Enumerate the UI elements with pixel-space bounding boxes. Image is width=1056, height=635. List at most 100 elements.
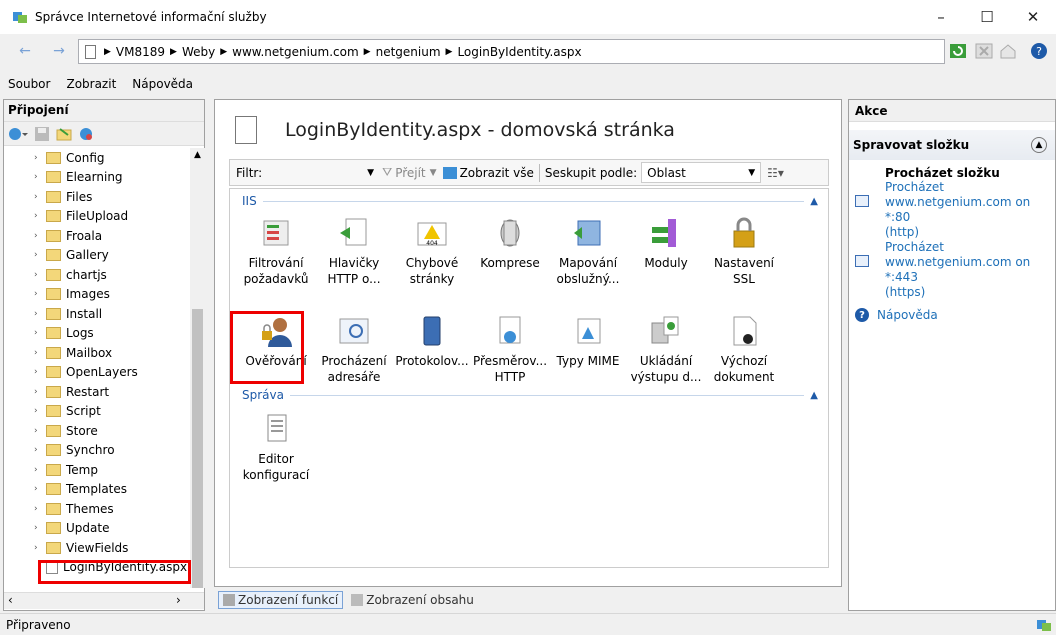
filter-dropdown-icon[interactable]: ▼: [367, 168, 374, 178]
group-by-select[interactable]: Oblast ▼: [641, 162, 762, 183]
forward-icon[interactable]: →: [42, 39, 76, 63]
tree-item[interactable]: › Synchro: [4, 441, 190, 461]
expand-icon[interactable]: ›: [34, 387, 38, 397]
refresh-icon[interactable]: [949, 42, 967, 60]
breadcrumb-arrow-icon[interactable]: ▶: [104, 47, 111, 57]
expand-icon[interactable]: ›: [34, 348, 38, 358]
expand-icon[interactable]: ›: [34, 289, 38, 299]
scroll-thumb[interactable]: [192, 309, 203, 588]
expand-icon[interactable]: ›: [34, 367, 38, 377]
tree-item[interactable]: › Restart: [4, 382, 190, 402]
home-icon[interactable]: [999, 42, 1017, 60]
feature-item[interactable]: Nastavení SSL: [704, 215, 784, 287]
expand-icon[interactable]: ›: [34, 543, 38, 553]
help-link[interactable]: Nápověda: [877, 308, 938, 322]
disconnect-icon[interactable]: [78, 126, 94, 142]
feature-item[interactable]: Komprese: [470, 215, 550, 271]
show-all-button[interactable]: Zobrazit vše: [460, 166, 534, 180]
breadcrumb-arrow-icon[interactable]: ▶: [220, 47, 227, 57]
breadcrumb-folder[interactable]: netgenium: [376, 45, 441, 59]
go-funnel-icon[interactable]: ⛛: [382, 165, 392, 180]
expand-icon[interactable]: ›: [34, 406, 38, 416]
tree-vertical-scrollbar[interactable]: ▲: [190, 148, 205, 588]
tree-item[interactable]: › Update: [4, 519, 190, 539]
maximize-button[interactable]: ☐: [964, 0, 1010, 34]
expand-icon[interactable]: ›: [34, 231, 38, 241]
open-folder-icon[interactable]: [56, 126, 72, 142]
breadcrumb-server[interactable]: VM8189: [116, 45, 165, 59]
help-action[interactable]: ? Nápověda: [849, 300, 1055, 322]
tree-item[interactable]: › Elearning: [4, 168, 190, 188]
tree-item[interactable]: › ViewFields: [4, 538, 190, 558]
tree-item[interactable]: › Temp: [4, 460, 190, 480]
breadcrumb[interactable]: ▶ VM8189 ▶ Weby ▶ www.netgenium.com ▶ ne…: [78, 39, 945, 64]
feature-item[interactable]: Hlavičky HTTP o...: [314, 215, 394, 287]
scroll-up-icon[interactable]: ▲: [194, 150, 201, 160]
tree-item[interactable]: › Themes: [4, 499, 190, 519]
expand-icon[interactable]: ›: [34, 211, 38, 221]
scroll-left-icon[interactable]: ‹: [8, 593, 13, 607]
action-link-line[interactable]: www.netgenium.com on *:443: [849, 255, 1055, 285]
expand-icon[interactable]: ›: [34, 270, 38, 280]
tree-item[interactable]: › Store: [4, 421, 190, 441]
close-button[interactable]: ✕: [1010, 0, 1056, 34]
tree-item[interactable]: › Gallery: [4, 246, 190, 266]
expand-icon[interactable]: ›: [34, 328, 38, 338]
feature-item[interactable]: Přesměrov... HTTP: [470, 313, 550, 385]
minimize-button[interactable]: –: [918, 0, 964, 34]
feature-item[interactable]: 404 Chybové stránky: [392, 215, 472, 287]
feature-item[interactable]: Typy MIME: [548, 313, 628, 369]
expand-icon[interactable]: ›: [34, 465, 38, 475]
expand-icon[interactable]: ›: [34, 172, 38, 182]
collapse-icon[interactable]: ▲: [810, 196, 818, 207]
expand-icon[interactable]: ›: [34, 426, 38, 436]
browse-https-action[interactable]: Procházet www.netgenium.com on *:443 (ht…: [849, 240, 1055, 300]
breadcrumb-sites[interactable]: Weby: [182, 45, 215, 59]
expand-icon[interactable]: ›: [34, 504, 38, 514]
browse-http-action[interactable]: Procházet www.netgenium.com on *:80 (htt…: [849, 180, 1055, 240]
feature-item[interactable]: Filtrování požadavků: [236, 215, 316, 287]
feature-item[interactable]: Výchozí dokument: [704, 313, 784, 385]
expand-icon[interactable]: ›: [34, 309, 38, 319]
group-header-sprava[interactable]: Správa ▲: [242, 387, 822, 403]
tree-item[interactable]: › Images: [4, 285, 190, 305]
tree-horizontal-scrollbar[interactable]: ‹ ›: [4, 592, 204, 609]
expand-icon[interactable]: ›: [34, 484, 38, 494]
tree-item[interactable]: › OpenLayers: [4, 363, 190, 383]
action-link-line[interactable]: Procházet: [849, 180, 1055, 195]
action-link-line[interactable]: (https): [849, 285, 1055, 300]
collapse-up-icon[interactable]: ▲: [1031, 137, 1047, 153]
expand-icon[interactable]: ›: [34, 523, 38, 533]
expand-icon[interactable]: ›: [34, 445, 38, 455]
action-link-line[interactable]: Procházet: [849, 240, 1055, 255]
back-icon[interactable]: ←: [8, 39, 42, 63]
expand-icon[interactable]: ›: [34, 250, 38, 260]
tree-item[interactable]: › Files: [4, 187, 190, 207]
tree-item[interactable]: › Froala: [4, 226, 190, 246]
action-link-line[interactable]: (http): [849, 225, 1055, 240]
breadcrumb-arrow-icon[interactable]: ▶: [170, 47, 177, 57]
filter-input[interactable]: [262, 164, 367, 182]
tree-item[interactable]: › chartjs: [4, 265, 190, 285]
go-dropdown-icon[interactable]: ▼: [430, 168, 437, 178]
view-toggle-icon[interactable]: ☷▾: [767, 166, 784, 180]
expand-icon[interactable]: ›: [34, 153, 38, 163]
menu-file[interactable]: Soubor: [8, 77, 50, 91]
feature-item[interactable]: Moduly: [626, 215, 706, 271]
feature-item[interactable]: Mapování obslužný...: [548, 215, 628, 287]
tree-item[interactable]: › Mailbox: [4, 343, 190, 363]
tree-item[interactable]: › Logs: [4, 324, 190, 344]
go-button[interactable]: Přejít: [395, 166, 425, 180]
tree-item[interactable]: › Config: [4, 148, 190, 168]
stop-icon[interactable]: [975, 42, 993, 60]
expand-icon[interactable]: ›: [34, 192, 38, 202]
save-icon[interactable]: [34, 126, 50, 142]
actions-section-header[interactable]: Spravovat složku ▲: [849, 130, 1055, 160]
help-icon[interactable]: ?: [1030, 42, 1048, 60]
collapse-icon[interactable]: ▲: [810, 390, 818, 401]
feature-item[interactable]: Procházení adresáře: [314, 313, 394, 385]
menu-help[interactable]: Nápověda: [132, 77, 193, 91]
connect-icon[interactable]: [8, 126, 28, 142]
menu-view[interactable]: Zobrazit: [66, 77, 116, 91]
tree-item[interactable]: › Script: [4, 402, 190, 422]
